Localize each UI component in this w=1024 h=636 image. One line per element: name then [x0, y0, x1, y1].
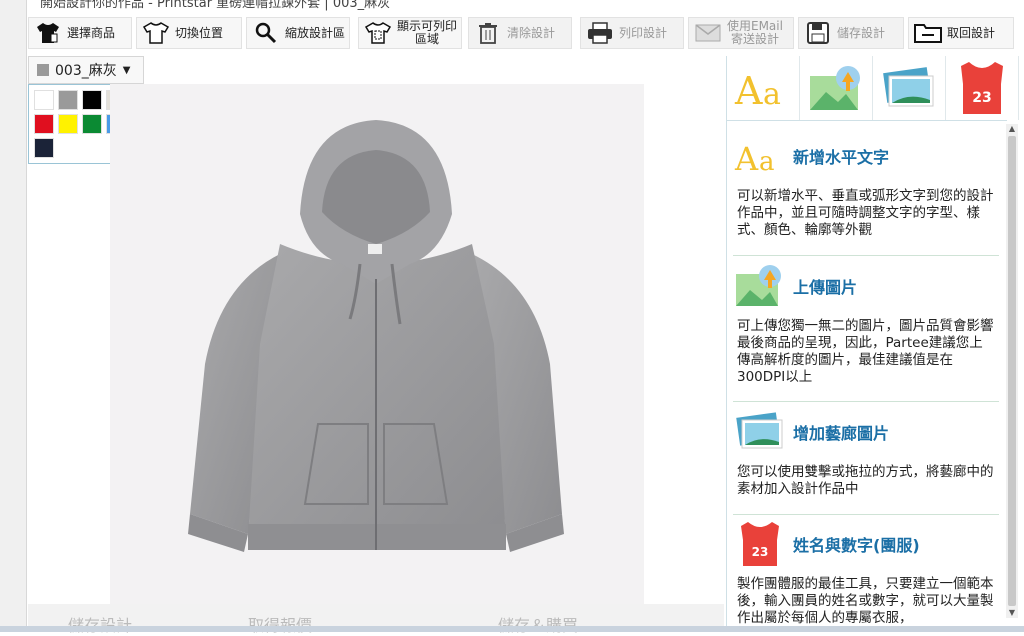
tool-tabs: A a 23	[727, 56, 1019, 121]
save-design-button[interactable]: 儲存設計	[798, 17, 904, 49]
feature-description: 製作團體服的最佳工具，只要建立一個範本後，輸入團員的姓名或數字，就可以大量製作出…	[737, 576, 994, 626]
floppy-disk-icon	[803, 19, 833, 47]
print-design-button[interactable]: 列印設計	[580, 17, 684, 49]
divider	[733, 514, 999, 515]
folder-icon	[913, 19, 943, 47]
upload-image-icon	[733, 262, 787, 310]
scroll-thumb[interactable]	[1008, 136, 1016, 606]
color-swatch[interactable]	[58, 90, 78, 110]
hoodie-product-image	[188, 120, 564, 552]
clear-design-label: 清除設計	[507, 25, 556, 40]
switch-position-label: 切換位置	[175, 25, 224, 40]
jersey-icon: 23	[961, 62, 1003, 114]
feature-title: 增加藝廊圖片	[793, 424, 890, 443]
tab-text[interactable]: A a	[727, 56, 800, 120]
tab-upload[interactable]	[800, 56, 873, 120]
design-canvas[interactable]	[110, 84, 644, 604]
switch-position-button[interactable]: 切換位置	[136, 17, 242, 49]
window-title-strip: 開始設計你的作品 - Printstar 重磅連帽拉鍊外套 | 003_麻灰	[0, 0, 1024, 12]
design-toolbar: 選擇商品 切換位置 縮放設計區 顯示可列印 區域 清除設計 列印設計 使用EMa…	[28, 14, 1018, 52]
selected-color-swatch	[37, 64, 49, 76]
tools-panel: A a 23 A a 新增水平文字 可以新增水平、垂直或弧形文字到您的設計作品中…	[726, 56, 1019, 632]
tab-gallery[interactable]	[873, 56, 946, 120]
panel-scrollbar[interactable]: ▲ ▼	[1006, 124, 1018, 618]
select-product-label: 選擇商品	[67, 25, 116, 40]
feature-title: 上傳圖片	[793, 278, 858, 297]
color-swatch[interactable]	[58, 114, 78, 134]
feature-title: 新增水平文字	[793, 148, 890, 167]
color-swatch[interactable]	[34, 90, 54, 110]
show-print-area-line2: 區域	[415, 32, 440, 46]
jersey-number: 23	[972, 90, 991, 106]
scroll-up-arrow-icon[interactable]: ▲	[1006, 124, 1018, 134]
bottom-quote-button[interactable]: 取得報價	[248, 612, 312, 636]
divider	[733, 255, 999, 256]
select-product-button[interactable]: 選擇商品	[28, 17, 132, 49]
gallery-images-icon	[733, 408, 787, 456]
left-browser-edge	[0, 0, 27, 632]
load-design-label: 取回設計	[947, 25, 996, 40]
shirt-outline-icon	[141, 19, 171, 47]
jersey-number: 23	[752, 545, 769, 559]
svg-text:a: a	[763, 77, 781, 110]
trash-icon	[473, 19, 503, 47]
bottom-save-buy-button[interactable]: 儲存＆購買	[498, 612, 578, 636]
divider	[733, 401, 999, 402]
printer-icon	[585, 19, 615, 47]
feature-description: 可以新增水平、垂直或弧形文字到您的設計作品中，並且可隨時調整文字的字型、樣式、顏…	[737, 188, 994, 238]
product-color-select[interactable]: 003_麻灰 ▼	[28, 56, 144, 84]
svg-text:A: A	[734, 140, 759, 176]
color-swatch[interactable]	[34, 114, 54, 134]
upload-image-icon	[810, 66, 860, 110]
scroll-down-arrow-icon[interactable]: ▼	[1006, 608, 1018, 618]
clear-design-button[interactable]: 清除設計	[468, 17, 572, 49]
email-design-button[interactable]: 使用EMail 寄送設計	[688, 17, 794, 49]
zoom-design-button[interactable]: 縮放設計區	[246, 17, 350, 49]
svg-text:A: A	[734, 69, 763, 110]
jersey-icon: 23	[733, 520, 787, 568]
text-aa-icon: Aa	[733, 132, 787, 180]
print-design-label: 列印設計	[619, 25, 668, 40]
color-swatch[interactable]	[34, 138, 54, 158]
tab-jersey[interactable]: 23	[946, 56, 1019, 120]
selected-color-label: 003_麻灰	[55, 63, 117, 79]
feature-add-gallery[interactable]: 增加藝廊圖片 您可以使用雙擊或拖拉的方式，將藝廊中的素材加入設計作品中	[733, 408, 999, 498]
envelope-icon	[693, 19, 723, 47]
bottom-save-button[interactable]: 儲存設計	[68, 612, 132, 636]
svg-text:a: a	[759, 147, 775, 176]
window-title: 開始設計你的作品 - Printstar 重磅連帽拉鍊外套 | 003_麻灰	[40, 0, 391, 11]
email-design-line2: 寄送設計	[730, 32, 779, 46]
chevron-down-icon: ▼	[122, 64, 131, 76]
feature-description: 您可以使用雙擊或拖拉的方式，將藝廊中的素材加入設計作品中	[737, 464, 994, 497]
tshirt-icon	[33, 19, 63, 47]
email-design-line1: 使用EMail	[727, 19, 783, 33]
feature-title: 姓名與數字(團服)	[793, 536, 920, 555]
magnifier-icon	[251, 19, 281, 47]
email-design-label: 使用EMail 寄送設計	[723, 20, 783, 46]
save-design-label: 儲存設計	[837, 25, 886, 40]
text-aa-icon: A a	[734, 69, 781, 110]
show-print-area-button[interactable]: 顯示可列印 區域	[358, 17, 462, 49]
gallery-images-icon	[883, 67, 934, 107]
feature-upload-image[interactable]: 上傳圖片 可上傳您獨一無二的圖片，圖片品質會影響最後商品的呈現，因此，Parte…	[733, 262, 999, 386]
color-swatch[interactable]	[82, 90, 102, 110]
design-area-margin	[28, 164, 110, 604]
show-print-area-label: 顯示可列印 區域	[393, 20, 457, 46]
os-taskbar	[0, 626, 1024, 632]
feature-add-text[interactable]: Aa 新增水平文字 可以新增水平、垂直或弧形文字到您的設計作品中，並且可隨時調整…	[733, 132, 999, 239]
color-swatch[interactable]	[82, 114, 102, 134]
load-design-button[interactable]: 取回設計	[908, 17, 1014, 49]
zoom-design-label: 縮放設計區	[285, 25, 346, 40]
show-print-area-line1: 顯示可列印	[397, 19, 458, 33]
shirt-print-icon	[363, 19, 393, 47]
feature-team-names[interactable]: 23 姓名與數字(團服) 製作團體服的最佳工具，只要建立一個範本後，輸入團員的姓…	[733, 520, 999, 627]
feature-description: 可上傳您獨一無二的圖片，圖片品質會影響最後商品的呈現，因此，Partee建議您上…	[737, 318, 994, 385]
